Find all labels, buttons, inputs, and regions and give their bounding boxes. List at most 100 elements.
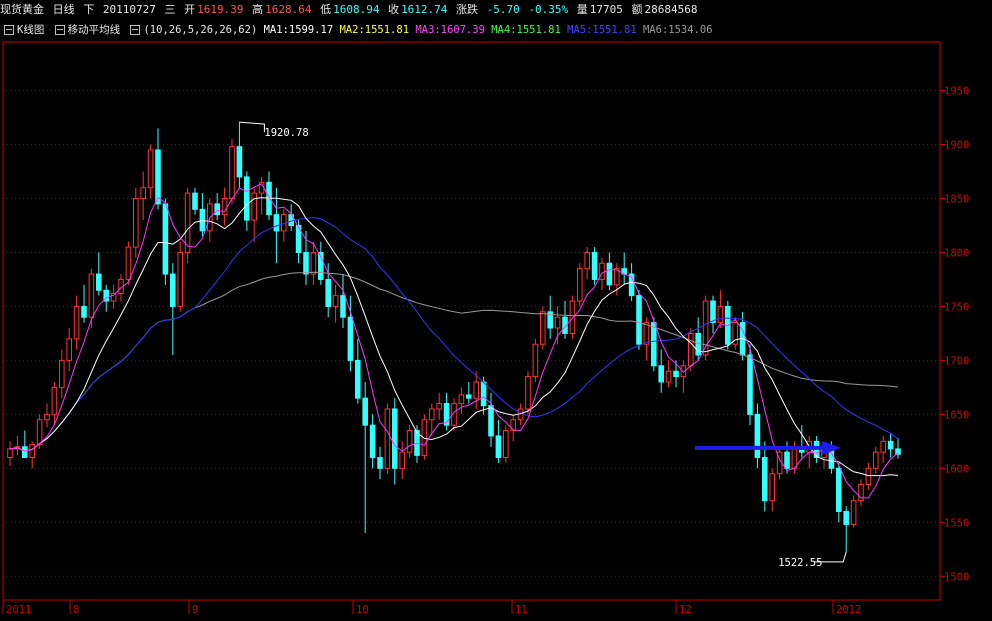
candle-body [7, 448, 13, 459]
candle-body [480, 381, 487, 407]
candle-body [458, 394, 465, 405]
candle-body [392, 408, 398, 469]
y-tick-label: 1700 [944, 355, 969, 367]
candle-body [791, 446, 798, 469]
candle-body [436, 403, 442, 410]
candle-body [96, 273, 102, 291]
x-tick-label: 2012 [836, 604, 861, 616]
y-tick-label: 1900 [944, 140, 969, 152]
candle-body [162, 203, 169, 275]
candle-body [887, 440, 894, 450]
candle-body [22, 446, 28, 459]
candle-body [303, 251, 309, 275]
candle-body [81, 305, 87, 318]
candle-body [59, 359, 65, 388]
y-tick-label: 1500 [944, 571, 969, 583]
x-tick-label: 8 [73, 604, 79, 616]
candle-body [525, 376, 531, 410]
candle-body [199, 208, 206, 232]
candle-body [310, 251, 317, 275]
candle-body [873, 451, 879, 469]
candle-body [273, 214, 280, 232]
candle-body [850, 500, 857, 525]
candle-body [540, 311, 546, 345]
candle-body [236, 146, 243, 178]
candle-body [532, 343, 539, 378]
candle-body [369, 424, 376, 459]
candle-body [73, 305, 80, 340]
candle-body [865, 467, 872, 486]
candle-body [554, 316, 561, 329]
candle-body [651, 322, 657, 367]
candle-body [836, 467, 842, 512]
x-tick-label: 11 [515, 604, 528, 616]
candle-body [658, 365, 664, 383]
y-tick-label: 1850 [944, 193, 969, 205]
candle-body [66, 338, 72, 361]
candle-body [332, 295, 339, 307]
candle-body [251, 192, 257, 221]
high-annotation: 1920.78 [264, 127, 308, 139]
candle-body [147, 149, 154, 189]
candle-body [125, 246, 132, 280]
candle-body [340, 295, 346, 318]
candle-body [784, 451, 790, 469]
price-chart[interactable]: 1950 1900 1850 1800 1750 1700 1650 1600 1550 1500… [0, 0, 992, 621]
candle-body [177, 251, 183, 307]
x-tick-label: 9 [192, 604, 198, 616]
candle-body [133, 197, 139, 248]
candle-body [591, 251, 598, 280]
candle-body [747, 354, 753, 415]
candle-body [406, 430, 413, 453]
y-tick-label: 1600 [944, 463, 969, 475]
candle-body [192, 192, 198, 210]
candle-body [495, 435, 502, 459]
candle-body [488, 405, 494, 437]
x-tick-label: 12 [679, 604, 692, 616]
candle-body [584, 251, 590, 270]
candle-body [399, 451, 405, 469]
candle-body [221, 197, 228, 216]
candle-body [473, 381, 479, 399]
x-tick-label: 10 [356, 604, 369, 616]
candle-body [665, 370, 672, 383]
candle-body [36, 419, 43, 446]
candle-body [51, 386, 58, 415]
candle-body [569, 300, 576, 334]
plot-frame [2, 41, 941, 601]
candle-body [688, 332, 694, 367]
candle-body [754, 413, 761, 459]
candle-body [636, 295, 642, 345]
candle-body [606, 262, 613, 286]
candle-body [362, 397, 368, 426]
candle-body [769, 473, 775, 502]
candle-body [377, 457, 383, 469]
candle-body [29, 444, 35, 459]
y-tick-label: 1650 [944, 409, 969, 421]
candle-body [155, 149, 161, 205]
candle-body [717, 305, 724, 324]
high-marker-line [239, 121, 265, 133]
candle-body [244, 176, 250, 221]
candle-body [88, 273, 95, 318]
y-tick-label: 1800 [944, 247, 969, 259]
candle-body [673, 370, 679, 378]
candle-body [325, 278, 331, 307]
candle-body [44, 413, 50, 421]
x-tick-label: 2011 [6, 604, 31, 616]
candle-body [466, 394, 472, 399]
candle-body [170, 273, 176, 307]
candle-body [214, 203, 220, 216]
candle-body [429, 408, 435, 421]
candle-body [710, 300, 716, 324]
candle-body [355, 359, 361, 399]
y-tick-label: 1750 [944, 301, 969, 313]
candle-body [843, 510, 849, 525]
y-tick-label: 1950 [944, 86, 969, 98]
candle-body [643, 322, 650, 345]
candle-body [140, 187, 146, 199]
candle-body [347, 316, 354, 361]
candle-body [762, 457, 768, 502]
low-annotation: 1522.55 [778, 557, 822, 569]
candle-body [503, 430, 509, 459]
